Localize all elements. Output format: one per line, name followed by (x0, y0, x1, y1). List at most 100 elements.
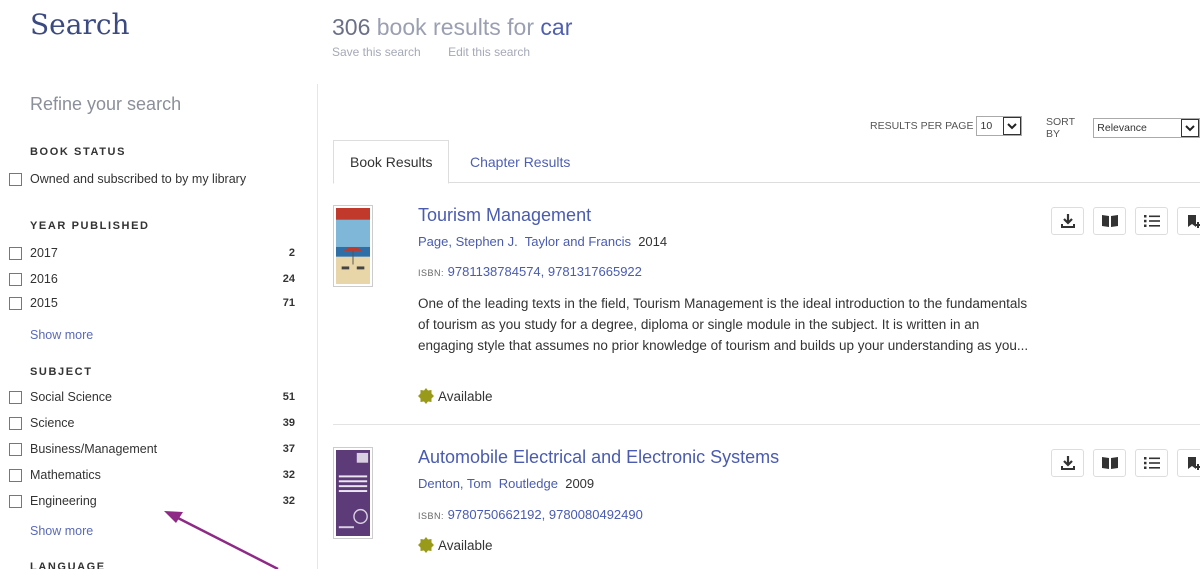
facet-count: 51 (282, 391, 295, 403)
results-per-page-value: 10 (980, 120, 993, 132)
facet-heading-year: YEAR PUBLISHED (30, 220, 150, 232)
checkbox-icon[interactable] (9, 416, 22, 430)
isbn-value[interactable]: 9780750662192, 9780080492490 (448, 507, 643, 522)
checkbox-icon[interactable] (9, 494, 22, 508)
facet-item-business-management[interactable]: Business/Management 37 (9, 440, 295, 458)
refine-title: Refine your search (30, 94, 182, 114)
chevron-down-icon[interactable] (1181, 119, 1199, 137)
checkbox-icon[interactable] (9, 296, 22, 310)
result-item: Automobile Electrical and Electronic Sys… (333, 447, 1200, 569)
facet-label: Social Science (30, 390, 112, 404)
result-item: Tourism Management Page, Stephen J. Tayl… (333, 205, 1200, 415)
sort-by-select[interactable]: Relevance (1093, 118, 1200, 138)
facet-item-engineering[interactable]: Engineering 32 (9, 492, 295, 510)
tab-book-results[interactable]: Book Results (333, 140, 450, 184)
facet-count: 37 (282, 443, 295, 455)
search-query-term: car (540, 14, 573, 40)
result-title-link[interactable]: Automobile Electrical and Electronic Sys… (418, 447, 779, 468)
show-more-subject-link[interactable]: Show more (30, 524, 93, 538)
available-badge-icon (418, 388, 434, 404)
results-per-page-select[interactable]: 10 (976, 116, 1023, 136)
facet-item-year-2015[interactable]: 2015 71 (9, 294, 295, 312)
list-icon (1143, 215, 1160, 227)
download-icon (1060, 456, 1075, 470)
read-book-icon (1101, 215, 1118, 227)
add-to-list-button[interactable] (1177, 207, 1200, 235)
list-icon (1143, 457, 1160, 469)
results-per-page-label: RESULTS PER PAGE (870, 120, 974, 132)
isbn-value[interactable]: 9781138784574, 9781317665922 (448, 264, 642, 279)
available-badge-icon (418, 537, 434, 553)
sort-by-value: Relevance (1097, 122, 1147, 134)
table-of-contents-button[interactable] (1135, 207, 1168, 235)
facet-label: Engineering (30, 494, 97, 508)
result-title-link[interactable]: Tourism Management (418, 205, 591, 226)
facet-item-science[interactable]: Science 39 (9, 414, 295, 432)
result-year: 2014 (638, 234, 668, 249)
facet-count: 32 (282, 469, 295, 481)
result-actions (1051, 449, 1200, 477)
table-of-contents-button[interactable] (1135, 449, 1168, 477)
facet-label: Mathematics (30, 468, 101, 482)
book-cover[interactable] (333, 447, 373, 539)
chevron-down-icon[interactable] (1003, 117, 1022, 135)
facet-label: 2015 (30, 296, 58, 310)
result-authors: Page, Stephen J. Taylor and Francis 2014 (418, 234, 667, 249)
availability-status: Available (418, 388, 493, 404)
search-actions: Save this search Edit this search (332, 45, 572, 59)
availability-text: Available (438, 388, 493, 404)
sort-by-label: SORT BY (1046, 116, 1075, 140)
checkbox-icon[interactable] (9, 468, 22, 482)
facet-item-year-2017[interactable]: 2017 2 (9, 244, 295, 262)
checkbox-icon[interactable] (9, 390, 22, 404)
edit-search-link[interactable]: Edit this search (448, 45, 530, 59)
sort-by-control: SORT BY Relevance (1046, 116, 1200, 140)
download-icon (1060, 214, 1075, 228)
page-title: Search (30, 8, 130, 41)
availability-text: Available (438, 537, 493, 553)
facet-count: 71 (282, 297, 295, 309)
isbn-label: ISBN: (418, 511, 445, 521)
add-to-list-icon (1187, 215, 1200, 228)
results-per-page-control: RESULTS PER PAGE 10 (870, 116, 1023, 136)
cover-image (336, 450, 370, 536)
checkbox-icon[interactable] (9, 272, 22, 286)
facet-item-mathematics[interactable]: Mathematics 32 (9, 466, 295, 484)
facet-label: Owned and subscribed to by my library (30, 172, 247, 186)
download-button[interactable] (1051, 207, 1084, 235)
isbn-label: ISBN: (418, 268, 445, 278)
download-button[interactable] (1051, 449, 1084, 477)
facet-label: 2016 (30, 272, 58, 286)
read-online-button[interactable] (1093, 449, 1126, 477)
results-header: 306 book results for car Save this searc… (332, 14, 572, 59)
checkbox-icon[interactable] (9, 172, 22, 186)
result-author-link[interactable]: Denton, Tom (418, 476, 491, 491)
result-publisher-link[interactable]: Routledge (499, 476, 558, 491)
facet-count: 24 (282, 273, 295, 285)
result-isbn: ISBN: 9781138784574, 9781317665922 (418, 264, 642, 279)
facet-heading-language: LANGUAGE (30, 561, 106, 569)
add-to-list-button[interactable] (1177, 449, 1200, 477)
results-tabs: Book Results Chapter Results (333, 140, 1200, 184)
add-to-list-icon (1187, 457, 1200, 470)
checkbox-icon[interactable] (9, 246, 22, 260)
results-count: 306 book results for car (332, 14, 572, 41)
results-count-number: 306 (332, 14, 371, 40)
checkbox-icon[interactable] (9, 442, 22, 456)
result-year: 2009 (565, 476, 595, 491)
facet-label: Business/Management (30, 442, 158, 456)
facet-item-social-science[interactable]: Social Science 51 (9, 388, 295, 406)
result-actions (1051, 207, 1200, 235)
show-more-year-link[interactable]: Show more (30, 328, 93, 342)
result-publisher-link[interactable]: Taylor and Francis (525, 234, 631, 249)
result-authors: Denton, Tom Routledge 2009 (418, 476, 594, 491)
book-cover[interactable] (333, 205, 373, 287)
result-author-link[interactable]: Page, Stephen J. (418, 234, 518, 249)
refine-sidebar: Refine your search BOOK STATUS Owned and… (0, 84, 318, 569)
facet-heading-subject: SUBJECT (30, 366, 93, 378)
facet-item-owned[interactable]: Owned and subscribed to by my library (9, 170, 295, 188)
read-online-button[interactable] (1093, 207, 1126, 235)
save-search-link[interactable]: Save this search (332, 45, 421, 59)
facet-item-year-2016[interactable]: 2016 24 (9, 270, 295, 288)
tab-chapter-results[interactable]: Chapter Results (454, 140, 586, 183)
